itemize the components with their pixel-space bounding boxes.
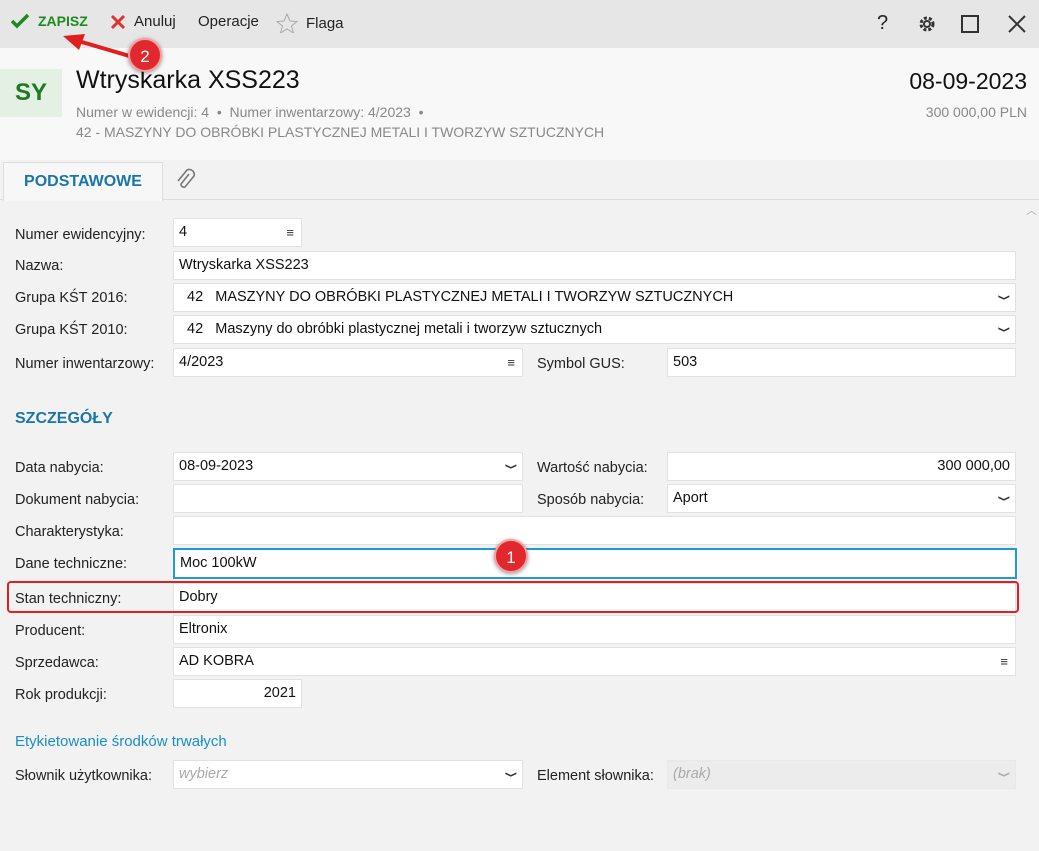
element-placeholder: (brak) [673, 766, 711, 782]
page-title: Wtryskarka XSS223 [76, 66, 300, 94]
section-details-title: SZCZEGÓŁY [15, 410, 113, 427]
star-icon [276, 13, 298, 33]
highlight-annotation [7, 581, 1019, 613]
flag-button[interactable]: Flaga [276, 13, 344, 33]
save-label: ZAPISZ [38, 13, 88, 29]
label-numer-inwentarzowy: Numer inwentarzowy: [15, 356, 155, 372]
operations-label: Operacje [198, 13, 259, 30]
label-dokument-nabycia: Dokument nabycia: [15, 492, 140, 508]
label-wartosc-nabycia: Wartość nabycia: [537, 460, 648, 476]
kst2010-select[interactable]: 42 Maszyny do obróbki plastycznej metali… [173, 315, 1016, 344]
element-slownika-select: (brak) ❯ [667, 760, 1016, 789]
label-symbol-gus: Symbol GUS: [537, 356, 625, 372]
chevron-down-icon: ❯ [997, 771, 1010, 778]
data-nabycia-input[interactable]: 08-09-2023 ❯ [173, 452, 523, 481]
symbol-gus-input[interactable]: 503 [667, 348, 1016, 377]
kst2016-code: 42 [187, 289, 204, 305]
label-producent: Producent: [15, 623, 86, 639]
header-date: 08-09-2023 [909, 68, 1027, 94]
header-subtitle: Numer w ewidencji: 4 • Numer inwentarzow… [76, 104, 424, 120]
kst2016-select[interactable]: 42 MASZYNY DO OBRÓBKI PLASTYCZNEJ METALI… [173, 283, 1016, 312]
chevron-down-icon: ❯ [504, 771, 517, 778]
label-element-slownika: Element słownika: [537, 768, 654, 784]
close-icon [110, 14, 126, 29]
check-icon [10, 13, 30, 29]
avatar: SY [0, 69, 62, 117]
sposob-nabycia-select[interactable]: Aport ❯ [667, 484, 1016, 513]
dane-techniczne-input[interactable]: Moc 100kW [173, 548, 1017, 579]
slownik-select[interactable]: wybierz ❯ [173, 760, 523, 789]
numer-inwentarzowy-value: 4/2023 [179, 354, 224, 370]
annotation-badge-1: 1 [494, 539, 528, 573]
operations-menu[interactable]: Operacje [198, 13, 259, 30]
nazwa-input[interactable]: Wtryskarka XSS223 [173, 251, 1016, 280]
label-dane-techniczne: Dane techniczne: [15, 556, 128, 572]
toolbar: ZAPISZ Anuluj Operacje Flaga ? [0, 0, 1039, 48]
chevron-down-icon: ❯ [997, 326, 1010, 333]
maximize-icon[interactable] [961, 15, 979, 33]
kst2010-code: 42 [187, 321, 204, 337]
rok-produkcji-input[interactable]: 2021 [173, 679, 302, 708]
charakterystyka-input[interactable] [173, 516, 1016, 545]
flag-label: Flaga [306, 14, 344, 32]
list-icon[interactable]: ≡ [286, 219, 294, 246]
data-nabycia-value: 08-09-2023 [179, 458, 254, 474]
label-kst2016: Grupa KŚT 2016: [15, 290, 128, 306]
sprzedawca-value: AD KOBRA [179, 653, 254, 669]
label-sposob-nabycia: Sposób nabycia: [537, 492, 645, 508]
label-numer-ewidencyjny: Numer ewidencyjny: [15, 227, 146, 243]
label-sprzedawca: Sprzedawca: [15, 655, 99, 671]
help-icon[interactable]: ? [877, 12, 888, 35]
numer-ewidencyjny-value: 4 [179, 224, 188, 240]
annotation-badge-2: 2 [128, 38, 162, 72]
label-slownik: Słownik użytkownika: [15, 768, 152, 784]
list-icon[interactable]: ≡ [507, 349, 515, 376]
chevron-down-icon: ❯ [997, 294, 1010, 301]
tab-basic[interactable]: PODSTAWOWE [3, 162, 163, 201]
kst2010-value: Maszyny do obróbki plastycznej metali i … [215, 321, 603, 337]
tab-bar: PODSTAWOWE [0, 160, 1039, 201]
kst2016-value: MASZYNY DO OBRÓBKI PLASTYCZNEJ METALI I … [215, 289, 734, 305]
paperclip-icon[interactable] [174, 168, 196, 192]
numer-inwentarzowy-input[interactable]: 4/2023 ≡ [173, 348, 523, 377]
label-data-nabycia: Data nabycia: [15, 460, 104, 476]
gear-icon[interactable] [917, 14, 937, 34]
label-kst2010: Grupa KŚT 2010: [15, 322, 128, 338]
producent-input[interactable]: Eltronix [173, 615, 1016, 644]
chevron-down-icon[interactable]: ❯ [497, 463, 522, 469]
header-group: 42 - MASZYNY DO OBRÓBKI PLASTYCZNEJ META… [76, 124, 605, 140]
numer-ewidencyjny-input[interactable]: 4 ≡ [173, 218, 302, 247]
cancel-label: Anuluj [134, 13, 176, 30]
label-rok-produkcji: Rok produkcji: [15, 687, 107, 703]
label-nazwa: Nazwa: [15, 258, 64, 274]
label-charakterystyka: Charakterystyka: [15, 524, 124, 540]
list-icon[interactable]: ≡ [1000, 648, 1008, 675]
dokument-nabycia-input[interactable] [173, 484, 523, 513]
close-window-icon[interactable] [1008, 15, 1026, 33]
chevron-down-icon: ❯ [997, 495, 1010, 502]
save-button[interactable]: ZAPISZ [10, 13, 88, 29]
cancel-button[interactable]: Anuluj [110, 13, 176, 30]
sprzedawca-input[interactable]: AD KOBRA ≡ [173, 647, 1016, 676]
slownik-placeholder: wybierz [179, 766, 229, 782]
header-amount: 300 000,00 PLN [925, 104, 1027, 120]
scroll-up-icon[interactable]: ︿ [1026, 202, 1037, 218]
labeling-section-title: Etykietowanie środków trwałych [15, 733, 227, 750]
sposob-nabycia-value: Aport [673, 490, 708, 506]
wartosc-nabycia-input[interactable]: 300 000,00 [667, 452, 1016, 481]
